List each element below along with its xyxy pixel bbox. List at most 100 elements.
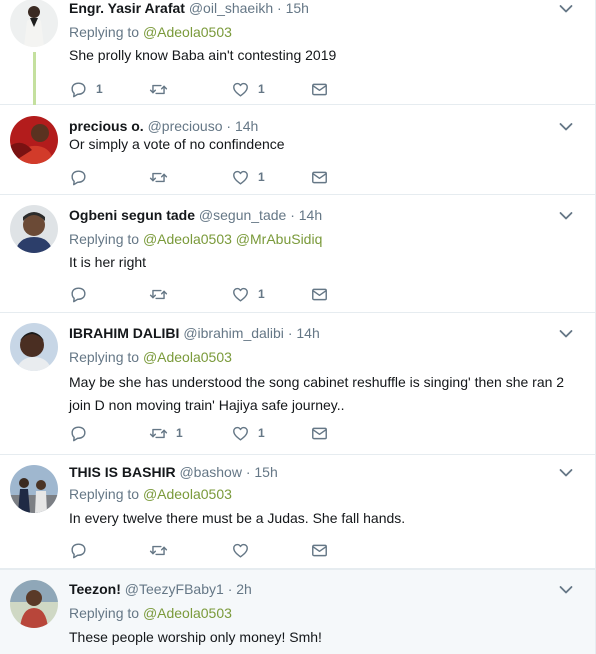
- tweet[interactable]: IBRAHIM DALIBI @ibrahim_dalibi · 14h Rep…: [0, 313, 595, 455]
- tweet[interactable]: Ogbeni segun tade @segun_tade · 14h Repl…: [0, 195, 595, 313]
- mention-link[interactable]: @MrAbuSidiq: [236, 231, 323, 247]
- username[interactable]: @preciouso: [148, 118, 223, 134]
- direct-message-icon: [310, 285, 329, 304]
- replying-to: Replying to @Adeola0503: [69, 604, 232, 622]
- reply-icon: [69, 541, 88, 560]
- display-name[interactable]: precious o.: [69, 118, 144, 134]
- tweet-header: Teezon! @TeezyFBaby1 · 2h: [69, 580, 252, 598]
- display-name[interactable]: THIS IS BASHIR: [69, 464, 176, 480]
- tweet[interactable]: Teezon! @TeezyFBaby1 · 2h Replying to @A…: [0, 569, 595, 654]
- chevron-down-icon[interactable]: [559, 585, 573, 595]
- tweet-header: THIS IS BASHIR @bashow · 15h: [69, 463, 278, 481]
- reply-button[interactable]: 1: [69, 79, 103, 99]
- replying-to-label: Replying to: [69, 605, 143, 621]
- reply-icon: [69, 424, 88, 443]
- like-count: 1: [258, 170, 265, 184]
- direct-message-button[interactable]: [310, 423, 329, 443]
- reply-button[interactable]: [69, 423, 96, 443]
- timestamp[interactable]: 15h: [286, 0, 309, 16]
- replying-to: Replying to @Adeola0503: [69, 23, 232, 41]
- chevron-down-icon[interactable]: [559, 122, 573, 132]
- retweet-count: 1: [176, 426, 183, 440]
- tweet-text: May be she has understood the song cabin…: [69, 372, 589, 415]
- heart-icon: [231, 424, 250, 443]
- username[interactable]: @TeezyFBaby1: [125, 581, 224, 597]
- like-button[interactable]: 1: [231, 79, 265, 99]
- like-button[interactable]: 1: [231, 423, 265, 443]
- retweet-icon: [149, 168, 168, 187]
- chevron-down-icon[interactable]: [559, 329, 573, 339]
- avatar[interactable]: [10, 116, 58, 164]
- username[interactable]: @bashow: [179, 464, 241, 480]
- reply-button[interactable]: [69, 284, 96, 304]
- replies-feed: Engr. Yasir Arafat @oil_shaeikh · 15h Re…: [0, 0, 596, 654]
- tweet-text-line: May be she has understood the song cabin…: [69, 374, 565, 390]
- tweet-text: In every twelve there must be a Judas. S…: [69, 510, 406, 526]
- reply-button[interactable]: [69, 167, 96, 187]
- avatar[interactable]: [10, 465, 58, 513]
- tweet[interactable]: THIS IS BASHIR @bashow · 15h Replying to…: [0, 455, 595, 569]
- mention-link[interactable]: @Adeola0503: [143, 231, 232, 247]
- timestamp[interactable]: 14h: [296, 325, 319, 341]
- like-count: 1: [258, 426, 265, 440]
- separator-dot: ·: [226, 118, 232, 134]
- reply-icon: [69, 285, 88, 304]
- chevron-down-icon[interactable]: [559, 4, 573, 14]
- retweet-button[interactable]: 1: [149, 423, 183, 443]
- like-button[interactable]: [231, 540, 258, 560]
- replying-to: Replying to @Adeola0503 @MrAbuSidiq: [69, 230, 322, 248]
- avatar[interactable]: [10, 205, 58, 253]
- timestamp[interactable]: 14h: [235, 118, 258, 134]
- retweet-button[interactable]: [149, 79, 176, 99]
- username[interactable]: @ibrahim_dalibi: [183, 325, 284, 341]
- mention-link[interactable]: @Adeola0503: [143, 486, 232, 502]
- timestamp[interactable]: 2h: [236, 581, 252, 597]
- like-button[interactable]: 1: [231, 167, 265, 187]
- avatar[interactable]: [10, 580, 58, 628]
- chevron-down-icon[interactable]: [559, 211, 573, 221]
- direct-message-button[interactable]: [310, 79, 329, 99]
- timestamp[interactable]: 15h: [254, 464, 277, 480]
- direct-message-button[interactable]: [310, 540, 329, 560]
- reply-count: 1: [96, 82, 103, 96]
- direct-message-button[interactable]: [310, 284, 329, 304]
- mention-link[interactable]: @Adeola0503: [143, 24, 232, 40]
- mention-link[interactable]: @Adeola0503: [143, 605, 232, 621]
- display-name[interactable]: Teezon!: [69, 581, 121, 597]
- retweet-button[interactable]: [149, 167, 176, 187]
- direct-message-icon: [310, 168, 329, 187]
- avatar[interactable]: [10, 0, 58, 47]
- tweet-header: precious o. @preciouso · 14h: [69, 117, 258, 135]
- avatar[interactable]: [10, 323, 58, 371]
- tweet-header: Engr. Yasir Arafat @oil_shaeikh · 15h: [69, 0, 309, 17]
- username[interactable]: @oil_shaeikh: [189, 0, 273, 16]
- tweet[interactable]: Engr. Yasir Arafat @oil_shaeikh · 15h Re…: [0, 0, 595, 109]
- tweet-actions: 1: [69, 167, 349, 187]
- retweet-button[interactable]: [149, 284, 176, 304]
- replying-to: Replying to @Adeola0503: [69, 485, 232, 503]
- display-name[interactable]: IBRAHIM DALIBI: [69, 325, 179, 341]
- retweet-button[interactable]: [149, 540, 176, 560]
- reply-button[interactable]: [69, 540, 96, 560]
- heart-icon: [231, 168, 250, 187]
- direct-message-icon: [310, 541, 329, 560]
- heart-icon: [231, 285, 250, 304]
- direct-message-icon: [310, 424, 329, 443]
- replying-to-label: Replying to: [69, 349, 143, 365]
- display-name[interactable]: Ogbeni segun tade: [69, 207, 195, 223]
- replying-to-label: Replying to: [69, 24, 143, 40]
- separator-dot: ·: [277, 0, 282, 16]
- direct-message-button[interactable]: [310, 167, 329, 187]
- username[interactable]: @segun_tade: [199, 207, 286, 223]
- timestamp[interactable]: 14h: [299, 207, 322, 223]
- reply-icon: [69, 168, 88, 187]
- separator-dot: ·: [227, 581, 233, 597]
- thread-line: [33, 52, 36, 109]
- display-name[interactable]: Engr. Yasir Arafat: [69, 0, 185, 16]
- like-button[interactable]: 1: [231, 284, 265, 304]
- chevron-down-icon[interactable]: [559, 468, 573, 478]
- retweet-icon: [149, 80, 168, 99]
- mention-link[interactable]: @Adeola0503: [143, 349, 232, 365]
- separator-dot: ·: [287, 325, 293, 341]
- tweet[interactable]: precious o. @preciouso · 14h Or simply a…: [0, 105, 595, 195]
